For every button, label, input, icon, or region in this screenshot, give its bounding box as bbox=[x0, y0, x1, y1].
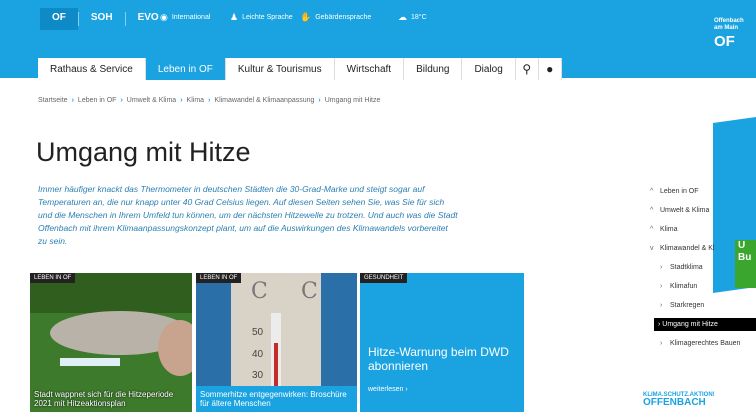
card-caption: Hitze-Warnung beim DWD abonnieren bbox=[368, 345, 509, 373]
sidebar-subitem-starkregen[interactable]: › Starkregen bbox=[650, 296, 756, 315]
gebaerdensprache-label: Gebärdensprache bbox=[315, 14, 372, 21]
site-switcher: OF SOH EVO bbox=[40, 8, 171, 30]
breadcrumb: Startseite › Leben in OF › Umwelt & Klima ›… bbox=[38, 97, 380, 104]
weather-icon: ☁ bbox=[398, 12, 407, 22]
city-logo[interactable]: Offenbach am Main OF bbox=[710, 18, 756, 62]
weather-widget[interactable]: ☁ 18°C bbox=[398, 12, 427, 23]
person-icon: ♟ bbox=[230, 12, 239, 22]
sidebar-item-klima[interactable]: ^ Klima bbox=[650, 220, 756, 239]
globe-icon: ◉ bbox=[160, 12, 168, 22]
international-label: International bbox=[171, 14, 211, 21]
sidebar-item-umwelt[interactable]: ^ Umwelt & Klima bbox=[650, 201, 756, 220]
card-tag: LEBEN IN OF bbox=[196, 273, 242, 283]
gebaerdensprache-link[interactable]: ✋ Gebärdensprache bbox=[300, 12, 371, 23]
teaser-card-dwd[interactable]: GESUNDHEIT Hitze-Warnung beim DWD abonni… bbox=[360, 273, 524, 412]
logo-line2: am Main bbox=[714, 25, 739, 31]
klimaschutz-logo[interactable]: KLIMA.SCHUTZ.AKTION! OFFENBACH bbox=[643, 392, 715, 408]
sidebar-label: Umgang mit Hitze bbox=[662, 321, 718, 328]
leichte-sprache-label: Leichte Sprache bbox=[242, 14, 293, 21]
hands-icon: ✋ bbox=[300, 12, 312, 22]
international-link[interactable]: ◉ International bbox=[160, 12, 210, 23]
klima-city: OFFENBACH bbox=[643, 397, 706, 408]
intro-text: Immer häufiger knackt das Thermometer in… bbox=[38, 184, 458, 246]
read-more-link[interactable]: weiterlesen › bbox=[368, 386, 408, 393]
sidebar-label: Umwelt & Klima bbox=[660, 207, 710, 214]
chevron-up-icon: ^ bbox=[650, 188, 654, 195]
sidebar-subitem-bauen[interactable]: › Klimagerechtes Bauen bbox=[650, 334, 756, 353]
chevron-right-icon: › bbox=[318, 97, 321, 104]
svg-text:40: 40 bbox=[252, 349, 264, 360]
chevron-right-icon: › bbox=[660, 302, 663, 309]
sidebar-nav: ^ Leben in OF ^ Umwelt & Klima ^ Klima v Kli… bbox=[650, 182, 756, 353]
svg-text:30: 30 bbox=[252, 370, 264, 381]
sidebar-label: Klima bbox=[660, 226, 678, 233]
nav-wirtschaft[interactable]: Wirtschaft bbox=[335, 58, 405, 80]
chevron-right-icon: › bbox=[208, 97, 211, 104]
sidebar-label: Klimagerechtes Bauen bbox=[670, 340, 741, 347]
sidebar-label: Klimafun bbox=[670, 283, 698, 290]
svg-text:C: C bbox=[251, 279, 268, 304]
main-nav: Rathaus & Service Leben in OF Kultur & T… bbox=[38, 58, 562, 80]
crumb-current: Umgang mit Hitze bbox=[324, 97, 381, 104]
logo-line1: Offenbach bbox=[714, 18, 744, 24]
sidebar-label: Stadtklima bbox=[670, 264, 703, 271]
user-icon[interactable]: ● bbox=[539, 58, 562, 80]
logo-line3: OF bbox=[714, 33, 735, 50]
svg-text:50: 50 bbox=[252, 327, 264, 338]
crumb-klima[interactable]: Klima bbox=[187, 97, 205, 104]
nav-rathaus[interactable]: Rathaus & Service bbox=[38, 58, 146, 80]
teaser-card-broschuere[interactable]: C C 50 40 30 20 LEBEN IN OF Sommerhitze … bbox=[196, 273, 357, 412]
site-tab-soh[interactable]: SOH bbox=[79, 8, 125, 30]
chevron-right-icon: › bbox=[405, 386, 408, 393]
chevron-up-icon: ^ bbox=[650, 207, 654, 214]
chevron-right-icon: › bbox=[180, 97, 183, 104]
nav-leben-in-of[interactable]: Leben in OF bbox=[145, 58, 226, 80]
crumb-startseite[interactable]: Startseite bbox=[38, 97, 68, 104]
read-more-label: weiterlesen bbox=[368, 386, 404, 393]
card-caption: Stadt wappnet sich für die Hitzeperiode … bbox=[34, 390, 174, 408]
crumb-klimawandel[interactable]: Klimawandel & Klimaanpassung bbox=[214, 97, 314, 104]
nav-bildung[interactable]: Bildung bbox=[404, 58, 463, 80]
page-title: Umgang mit Hitze bbox=[36, 137, 251, 167]
sidebar-subitem-stadtklima[interactable]: › Stadtklima bbox=[650, 258, 756, 277]
svg-text:C: C bbox=[301, 279, 318, 304]
sidebar-subitem-klimafun[interactable]: › Klimafun bbox=[650, 277, 756, 296]
sidebar-label: Klimawandel & Kl bbox=[660, 245, 715, 252]
chevron-up-icon: ^ bbox=[650, 226, 654, 233]
crumb-leben[interactable]: Leben in OF bbox=[78, 97, 117, 104]
card-caption: Sommerhitze entgegenwirken: Broschüre fü… bbox=[196, 386, 357, 412]
sidebar-label: Starkregen bbox=[670, 302, 705, 309]
chevron-right-icon: › bbox=[660, 283, 663, 290]
sidebar-subitem-current[interactable]: › Umgang mit Hitze bbox=[650, 315, 756, 334]
sidebar-item-klimawandel[interactable]: v Klimawandel & Kl bbox=[650, 239, 756, 258]
card-tag: GESUNDHEIT bbox=[360, 273, 408, 283]
temperature-label: 18°C bbox=[411, 14, 427, 21]
crumb-umwelt[interactable]: Umwelt & Klima bbox=[127, 97, 176, 104]
sidebar-label: Leben in OF bbox=[660, 188, 699, 195]
search-icon[interactable]: ⚲ bbox=[516, 58, 539, 80]
chevron-right-icon: › bbox=[660, 340, 663, 347]
chevron-right-icon: › bbox=[71, 97, 74, 104]
site-tab-of[interactable]: OF bbox=[40, 8, 78, 30]
nav-dialog[interactable]: Dialog bbox=[462, 58, 516, 80]
card-tag: LEBEN IN OF bbox=[30, 273, 76, 283]
chevron-right-icon: › bbox=[120, 97, 123, 104]
sidebar-item-leben[interactable]: ^ Leben in OF bbox=[650, 182, 756, 201]
chevron-down-icon: v bbox=[650, 245, 654, 252]
teaser-card-hitzeaktionsplan[interactable]: LEBEN IN OF Stadt wappnet sich für die H… bbox=[30, 273, 192, 412]
leichte-sprache-link[interactable]: ♟ Leichte Sprache bbox=[230, 12, 293, 23]
nav-kultur[interactable]: Kultur & Tourismus bbox=[226, 58, 335, 80]
chevron-right-icon: › bbox=[660, 264, 663, 271]
